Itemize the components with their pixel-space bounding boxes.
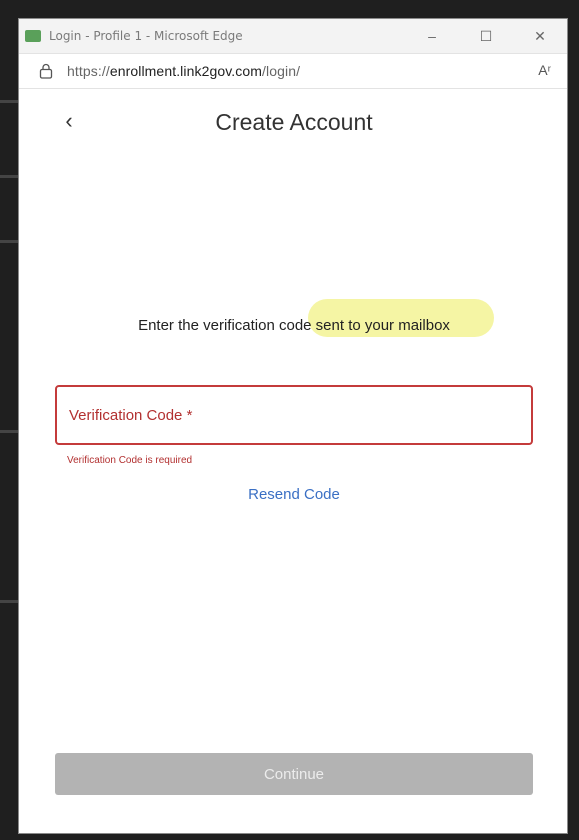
- browser-window: Login - Profile 1 - Microsoft Edge – ☐ ✕…: [18, 18, 568, 834]
- title-bar: Login - Profile 1 - Microsoft Edge – ☐ ✕: [19, 19, 567, 53]
- url-prefix: https://: [67, 63, 110, 79]
- close-button[interactable]: ✕: [513, 19, 567, 53]
- url-path: /login/: [262, 63, 301, 79]
- maximize-button[interactable]: ☐: [459, 19, 513, 53]
- verification-code-field[interactable]: [55, 385, 533, 445]
- url-text[interactable]: https://enrollment.link2gov.com/login/: [67, 63, 300, 79]
- field-error-message: Verification Code is required: [67, 455, 193, 466]
- minimize-button[interactable]: –: [405, 19, 459, 53]
- window-controls: – ☐ ✕: [405, 19, 567, 53]
- close-icon: ✕: [534, 27, 546, 44]
- lock-icon[interactable]: [39, 63, 53, 79]
- edge-app-icon: [25, 30, 41, 42]
- page-title: Create Account: [215, 109, 373, 135]
- resend-code-link[interactable]: Resend Code: [19, 486, 567, 503]
- instruction-text: Enter the verification code sent to your…: [138, 317, 450, 334]
- read-aloud-icon[interactable]: Aʳ: [538, 62, 551, 78]
- continue-button[interactable]: Continue: [55, 753, 533, 795]
- address-bar[interactable]: https://enrollment.link2gov.com/login/ A…: [19, 53, 567, 89]
- url-host: enrollment.link2gov.com: [109, 63, 263, 79]
- maximize-icon: ☐: [479, 27, 493, 44]
- page-content: ‹ Create Account Enter the verification …: [19, 89, 567, 833]
- window-title: Login - Profile 1 - Microsoft Edge: [49, 29, 243, 43]
- minimize-icon: –: [428, 28, 436, 44]
- verification-code-input[interactable]: [57, 387, 531, 443]
